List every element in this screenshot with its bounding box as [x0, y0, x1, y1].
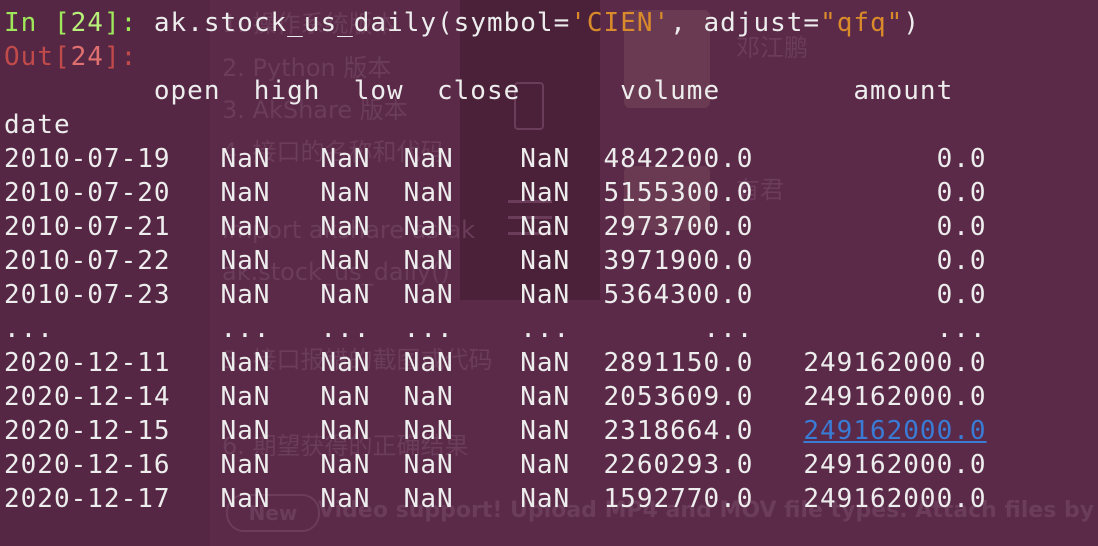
table-row: 2010-07-21 NaN NaN NaN NaN 2973700.0 0.0 — [4, 212, 987, 242]
table-row-cells: 2020-12-15 NaN NaN NaN NaN 2318664.0 — [4, 416, 804, 446]
table-row: 2020-12-14 NaN NaN NaN NaN 2053609.0 249… — [4, 382, 987, 412]
code-adjust-string: "qfq" — [820, 8, 904, 38]
code-call: ak.stock_us_daily(symbol= — [153, 8, 571, 38]
table-row: 2010-07-22 NaN NaN NaN NaN 3971900.0 0.0 — [4, 246, 987, 276]
in-prompt-number: 24 — [70, 8, 104, 38]
table-row: 2020-12-17 NaN NaN NaN NaN 1592770.0 249… — [4, 484, 987, 514]
table-ellipsis-row: ... ... ... ... ... ... ... — [4, 314, 987, 344]
table-row: 2020-12-11 NaN NaN NaN NaN 2891150.0 249… — [4, 348, 987, 378]
out-prompt-number: 24 — [70, 42, 104, 72]
output-prompt-line: Out[24]: — [4, 40, 137, 74]
out-prompt-suffix: ]: — [103, 42, 138, 72]
table-row: 2020-12-16 NaN NaN NaN NaN 2260293.0 249… — [4, 450, 987, 480]
table-row: 2020-12-15 NaN NaN NaN NaN 2318664.0 249… — [4, 414, 987, 448]
code-call-end: ) — [903, 8, 920, 38]
out-prompt-label: Out[ — [4, 42, 71, 72]
table-header: open high low close volume amount — [4, 76, 954, 106]
table-row: 2010-07-23 NaN NaN NaN NaN 5364300.0 0.0 — [4, 280, 987, 310]
input-prompt-line: In [24]: ak.stock_us_daily(symbol='CIEN'… — [4, 6, 920, 40]
table-index-name: date — [4, 110, 71, 140]
in-prompt-suffix: ]: — [103, 8, 154, 38]
code-call-mid: , adjust= — [670, 8, 821, 38]
amount-link[interactable]: 249162000.0 — [803, 416, 986, 446]
table-row: 2010-07-20 NaN NaN NaN NaN 5155300.0 0.0 — [4, 178, 987, 208]
code-symbol-string: 'CIEN' — [570, 8, 671, 38]
in-prompt-label: In [ — [4, 8, 71, 38]
table-row: 2010-07-19 NaN NaN NaN NaN 4842200.0 0.0 — [4, 144, 987, 174]
